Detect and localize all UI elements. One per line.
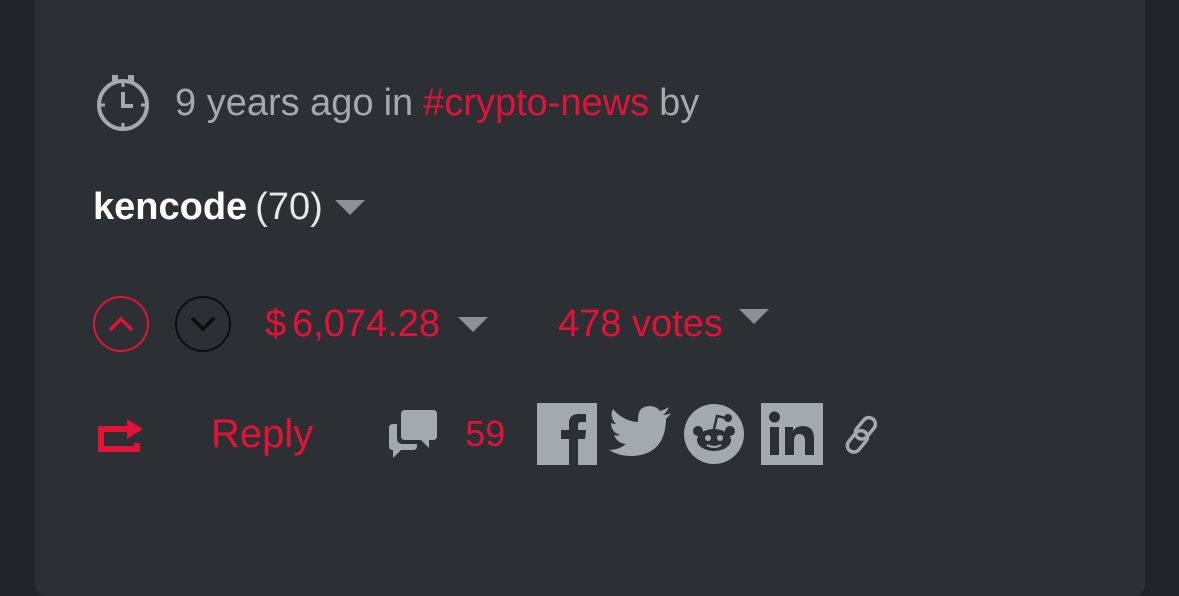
reblog-icon[interactable]	[97, 413, 147, 455]
reddit-icon[interactable]	[683, 403, 745, 465]
comments-icon[interactable]	[385, 408, 439, 460]
post-footer-card: 9 years ago in #crypto-news by kencode (…	[35, 0, 1145, 596]
chevron-down-icon	[190, 316, 216, 332]
category-link[interactable]: #crypto-news	[423, 82, 649, 125]
votes-count: 478 votes	[558, 302, 723, 345]
author-name[interactable]: kencode	[93, 186, 247, 229]
post-time[interactable]: 9 years ago	[175, 82, 374, 125]
post-meta: 9 years ago in #crypto-news by	[95, 75, 699, 131]
votes-dropdown[interactable]: 478 votes	[558, 303, 769, 346]
link-icon[interactable]	[843, 412, 883, 456]
author-info: kencode (70)	[93, 186, 365, 229]
upvote-button[interactable]	[93, 296, 149, 352]
by-label: by	[659, 81, 700, 124]
voting-row: $ 6,074.28 478 votes	[93, 294, 769, 354]
comment-count[interactable]: 59	[465, 413, 505, 455]
linkedin-icon[interactable]	[761, 403, 824, 465]
actions-row: Reply 59	[97, 400, 883, 468]
author-dropdown-caret-icon[interactable]	[334, 200, 365, 215]
twitter-icon[interactable]	[609, 406, 673, 462]
votes-caret-icon	[738, 308, 769, 324]
facebook-icon[interactable]	[537, 403, 598, 465]
clock-icon	[97, 75, 149, 131]
author-reputation: (70)	[255, 186, 323, 228]
in-label: in	[383, 81, 414, 124]
chevron-up-icon	[108, 316, 134, 332]
payout-dropdown[interactable]: $ 6,074.28	[265, 302, 489, 346]
payout-amount: 6,074.28	[292, 302, 441, 345]
downvote-button[interactable]	[175, 296, 231, 352]
currency-symbol: $	[265, 302, 287, 345]
share-icons	[537, 403, 883, 465]
reply-link[interactable]: Reply	[211, 412, 313, 457]
payout-caret-icon	[458, 316, 489, 332]
